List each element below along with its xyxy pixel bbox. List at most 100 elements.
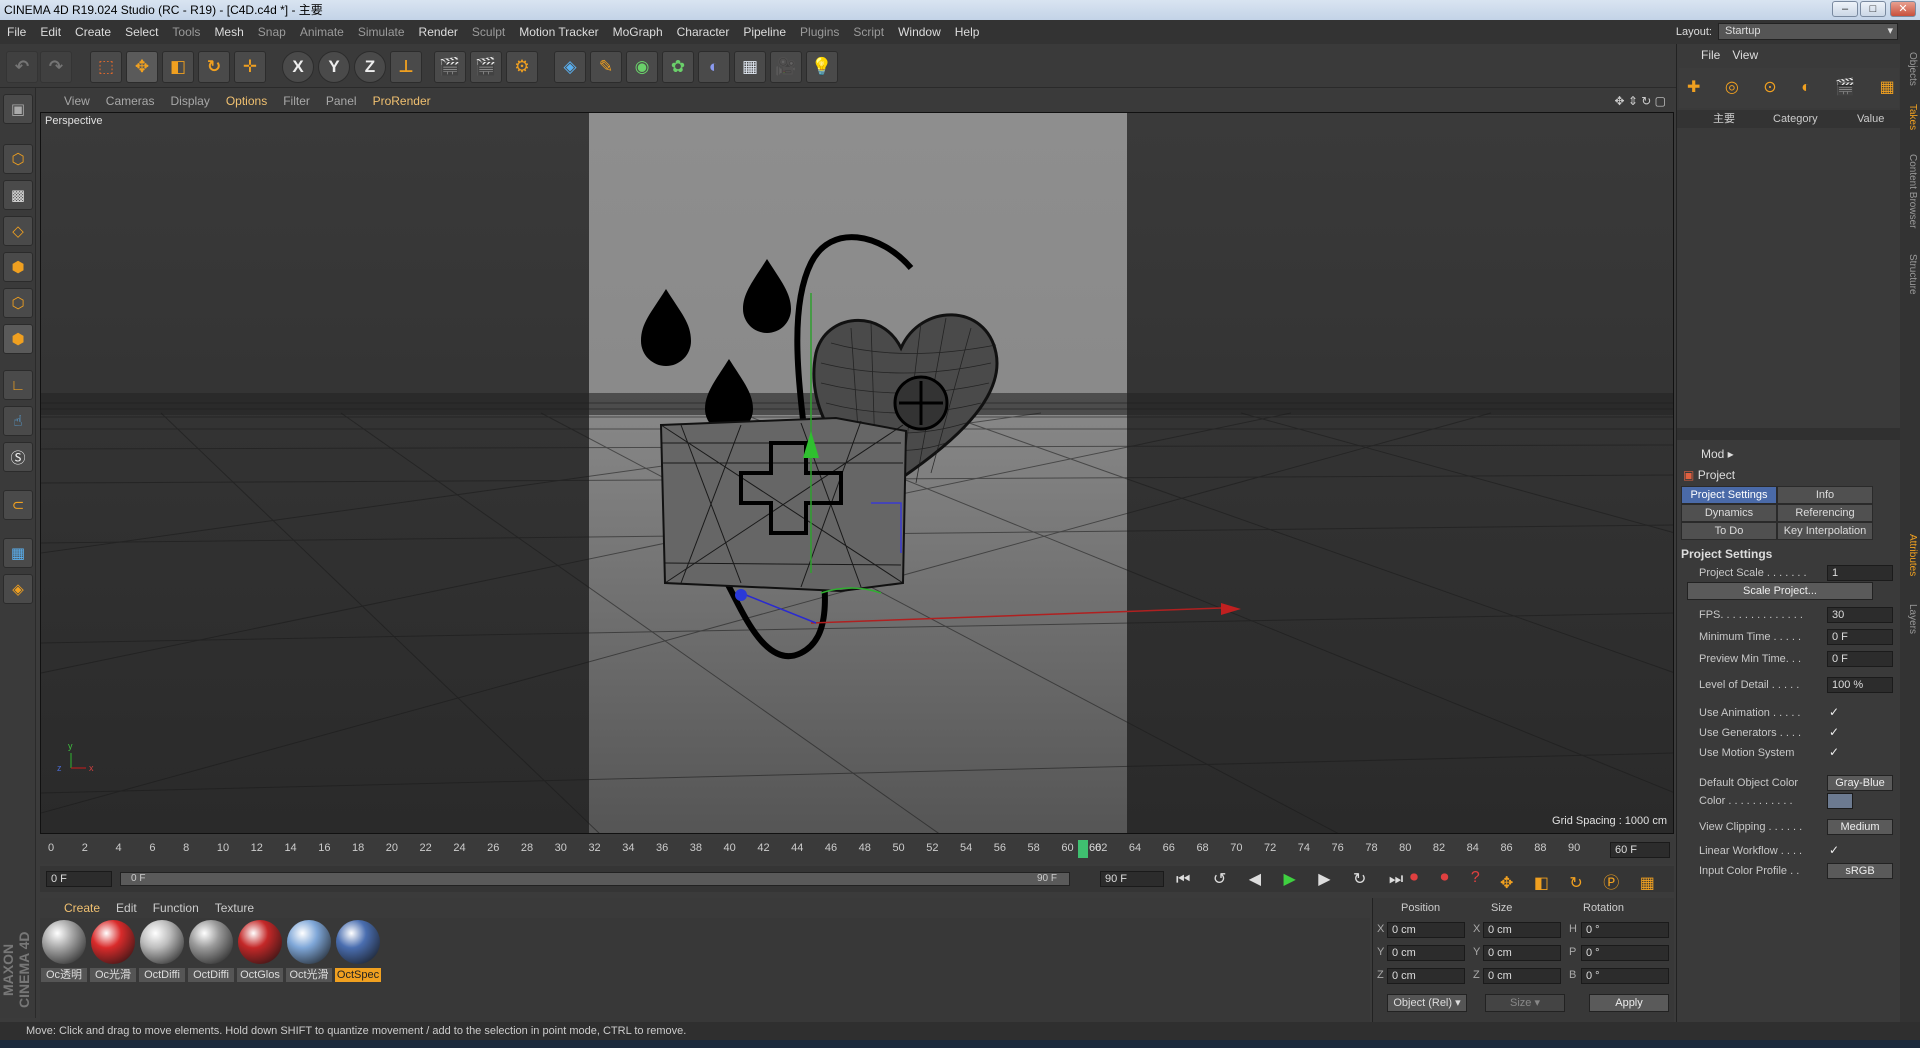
tab-key-interpolation[interactable]: Key Interpolation	[1777, 522, 1873, 540]
move-tool-icon[interactable]: ✥	[126, 51, 158, 83]
vp-menu-panel[interactable]: Panel	[318, 90, 365, 112]
viewport-nav-icons[interactable]: ✥ ⇕ ↻ ▢	[1614, 90, 1666, 112]
object-toolbar-icons[interactable]: ✚ ◎ ⊙ ◐ 🎬 ▦	[1679, 68, 1899, 108]
z-axis-lock[interactable]: Z	[354, 51, 386, 83]
render-settings-icon[interactable]: ⚙	[506, 51, 538, 83]
axis-mode-icon[interactable]: ∟	[3, 370, 33, 400]
y-axis-lock[interactable]: Y	[318, 51, 350, 83]
objects-list[interactable]	[1677, 128, 1901, 428]
tab-project-settings[interactable]: Project Settings	[1681, 486, 1777, 504]
subdivision-icon[interactable]: ◉	[626, 51, 658, 83]
vp-menu-display[interactable]: Display	[162, 90, 217, 112]
cube-icon[interactable]: ◈	[554, 51, 586, 83]
cloner-icon[interactable]: ✿	[662, 51, 694, 83]
material-label[interactable]: OctGlos	[237, 968, 283, 982]
tab-info[interactable]: Info	[1777, 486, 1873, 504]
camera-icon[interactable]: 🎥	[770, 51, 802, 83]
obj-menu-file[interactable]: File	[1677, 48, 1726, 62]
position-field[interactable]: 0 cm	[1387, 968, 1465, 984]
side-tab-attributes[interactable]: Attributes	[1902, 534, 1918, 576]
minimize-button[interactable]: –	[1832, 1, 1858, 17]
size-mode-dropdown[interactable]: Size ▾	[1485, 994, 1565, 1012]
render-picture-viewer-icon[interactable]: 🎬	[470, 51, 502, 83]
position-field[interactable]: 0 cm	[1387, 922, 1465, 938]
material-label[interactable]: OctDiffi	[139, 968, 185, 982]
playback-controls[interactable]: ⏮ ↺ ◀ ▶ ▶ ↻ ⏭	[1176, 869, 1412, 889]
vp-menu-cameras[interactable]: Cameras	[98, 90, 163, 112]
side-tab-structure[interactable]: Structure	[1902, 254, 1918, 295]
attr-mode-menu[interactable]: Mod ▸	[1677, 444, 1901, 464]
menu-sculpt[interactable]: Sculpt	[465, 20, 512, 44]
attr-dropdown[interactable]: sRGB	[1827, 863, 1893, 879]
side-tab-objects[interactable]: Objects	[1902, 52, 1918, 86]
material-label[interactable]: Oc光滑	[90, 968, 136, 982]
attr-value-field[interactable]: 100 %	[1827, 677, 1893, 693]
vp-menu-filter[interactable]: Filter	[275, 90, 318, 112]
workplane-lock-icon[interactable]: ◈	[3, 574, 33, 604]
mat-menu-create[interactable]: Create	[40, 901, 108, 915]
start-frame-field[interactable]: 0 F	[46, 871, 112, 887]
model-mode-icon[interactable]: ⬡	[3, 144, 33, 174]
x-axis-lock[interactable]: X	[282, 51, 314, 83]
material-preview[interactable]	[42, 920, 86, 964]
undo-icon[interactable]: ↶	[6, 51, 38, 83]
coord-mode-dropdown[interactable]: Object (Rel) ▾	[1387, 994, 1467, 1012]
attr-checkbox[interactable]: ✓	[1829, 745, 1843, 759]
mat-menu-edit[interactable]: Edit	[108, 901, 145, 915]
material-label[interactable]: OctDiffi	[188, 968, 234, 982]
side-tab-content-browser[interactable]: Content Browser	[1902, 154, 1918, 228]
deformer-icon[interactable]: ◐	[698, 51, 730, 83]
apply-button[interactable]: Apply	[1589, 994, 1669, 1012]
coordinate-system-icon[interactable]: ⊥	[390, 51, 422, 83]
position-field[interactable]: 0 cm	[1387, 945, 1465, 961]
obj-menu-view[interactable]: View	[1726, 48, 1764, 62]
make-editable-icon[interactable]: ▣	[3, 94, 33, 124]
menu-snap[interactable]: Snap	[251, 20, 293, 44]
attr-value-field[interactable]: 1	[1827, 565, 1893, 581]
attr-dropdown[interactable]: Gray-Blue	[1827, 775, 1893, 791]
material-label[interactable]: Oct光滑	[286, 968, 332, 982]
rotation-field[interactable]: 0 °	[1581, 945, 1669, 961]
menu-file[interactable]: File	[0, 20, 33, 44]
preview-range-slider[interactable]: 0 F 90 F	[120, 872, 1070, 886]
perspective-viewport[interactable]: Perspective Grid Spacing : 1000 cm y x z	[40, 112, 1674, 834]
mat-menu-function[interactable]: Function	[145, 901, 207, 915]
attr-color-swatch[interactable]	[1827, 793, 1853, 809]
side-tab-layers[interactable]: Layers	[1902, 604, 1918, 634]
material-preview[interactable]	[336, 920, 380, 964]
material-preview[interactable]	[91, 920, 135, 964]
floor-icon[interactable]: ▦	[734, 51, 766, 83]
timeline-ruler[interactable]: 0 2 4 6 8 10 12 14 16 18 20 22 24 26 28 30 32 34 36 38 40 42 4…	[40, 838, 1674, 864]
polygons-mode-icon[interactable]: ⬢	[3, 324, 33, 354]
scale-project-button[interactable]: Scale Project...	[1687, 582, 1873, 600]
menu-simulate[interactable]: Simulate	[351, 20, 412, 44]
menu-help[interactable]: Help	[948, 20, 987, 44]
menu-create[interactable]: Create	[68, 20, 118, 44]
live-selection-icon[interactable]: ⬚	[90, 51, 122, 83]
material-preview[interactable]	[287, 920, 331, 964]
attr-value-field[interactable]: 0 F	[1827, 651, 1893, 667]
material-preview[interactable]	[238, 920, 282, 964]
mat-menu-texture[interactable]: Texture	[207, 901, 262, 915]
tab-referencing[interactable]: Referencing	[1777, 504, 1873, 522]
menu-tools[interactable]: Tools	[165, 20, 207, 44]
material-preview[interactable]	[189, 920, 233, 964]
side-tab-takes[interactable]: Takes	[1902, 104, 1918, 130]
attr-dropdown[interactable]: Medium	[1827, 819, 1893, 835]
close-button[interactable]: ✕	[1890, 1, 1916, 17]
menu-motion-tracker[interactable]: Motion Tracker	[512, 20, 605, 44]
edges-mode-icon[interactable]: ⬡	[3, 288, 33, 318]
pen-spline-icon[interactable]: ✎	[590, 51, 622, 83]
material-label[interactable]: OctSpec	[335, 968, 381, 982]
tab-to-do[interactable]: To Do	[1681, 522, 1777, 540]
solo-icon[interactable]: Ⓢ	[3, 442, 33, 472]
recent-tool-icon[interactable]: ✛	[234, 51, 266, 83]
playhead[interactable]	[1078, 840, 1088, 858]
menu-select[interactable]: Select	[118, 20, 165, 44]
menu-pipeline[interactable]: Pipeline	[736, 20, 793, 44]
attr-value-field[interactable]: 0 F	[1827, 629, 1893, 645]
menu-window[interactable]: Window	[891, 20, 948, 44]
timeline-end-field[interactable]: 60 F	[1610, 842, 1670, 858]
record-controls[interactable]: ⏺ ⏺ ?	[1410, 869, 1489, 887]
menu-character[interactable]: Character	[670, 20, 737, 44]
